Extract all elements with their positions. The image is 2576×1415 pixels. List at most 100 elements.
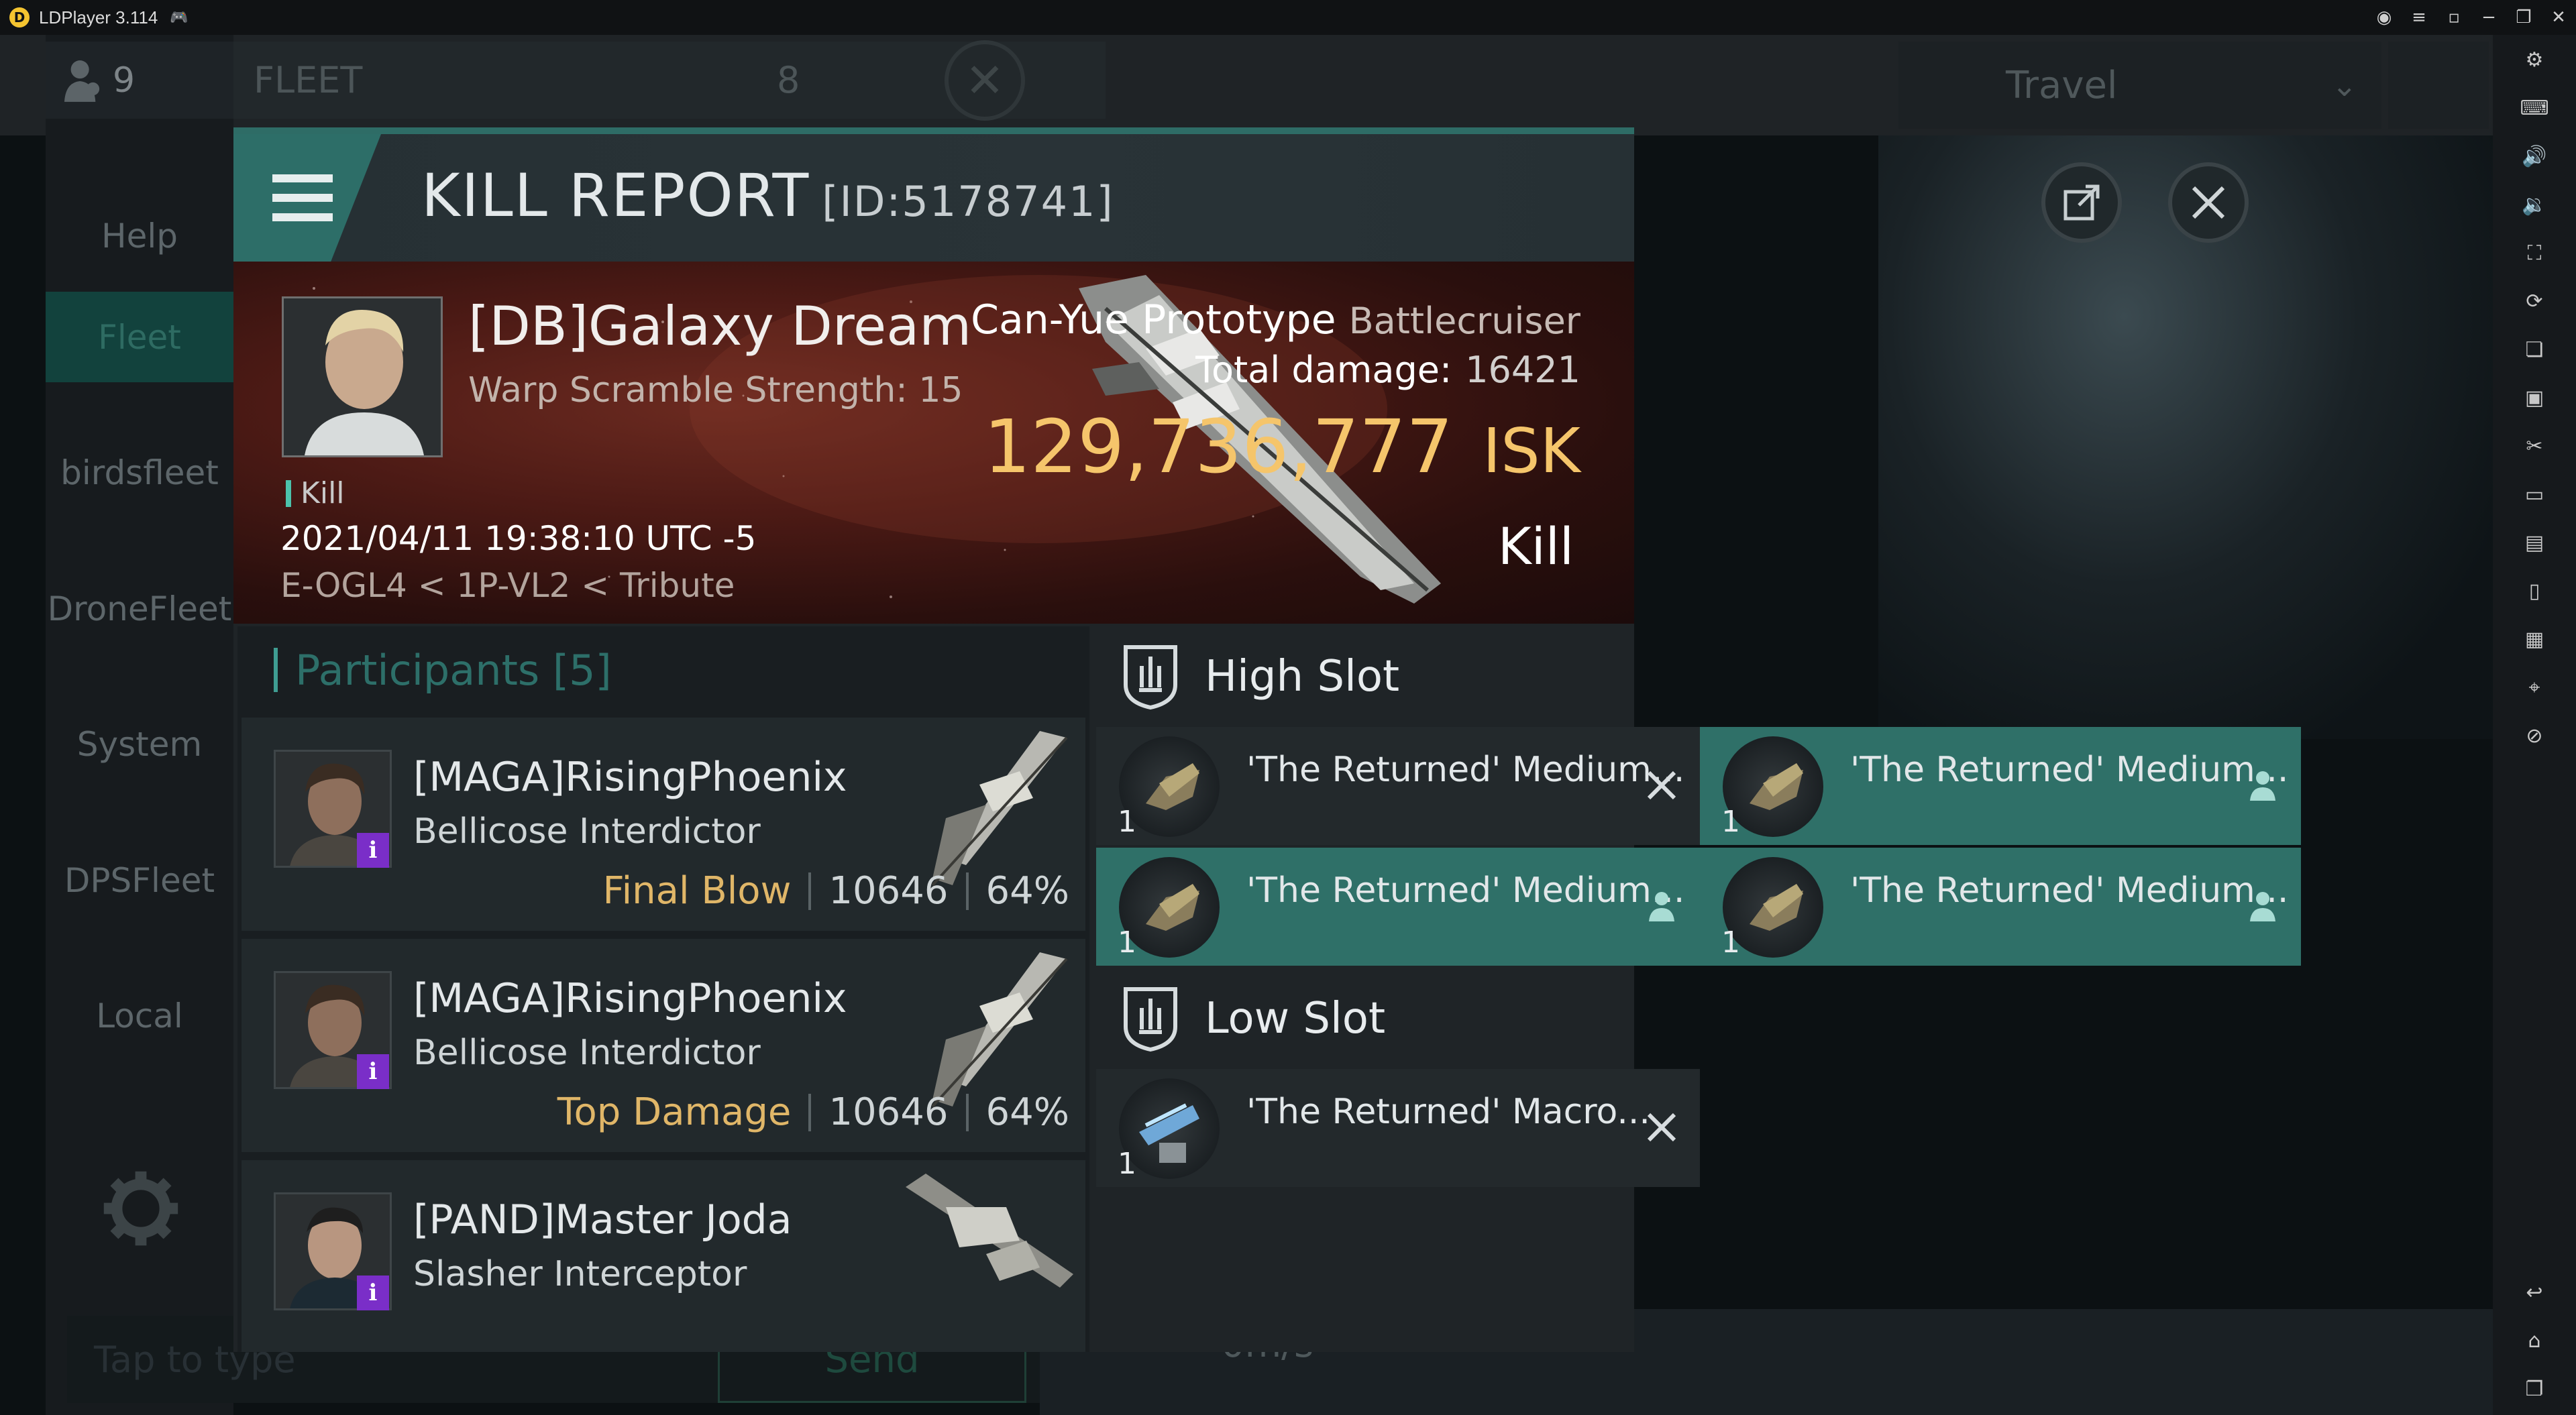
participant-ship-image <box>931 731 1068 887</box>
member-count-value: 9 <box>113 60 136 101</box>
maximize-icon[interactable]: ❐ <box>2506 0 2541 35</box>
participant-row[interactable]: ℹ [PAND]Master Joda Slasher Interceptor <box>241 1160 1085 1352</box>
victim-portrait[interactable] <box>282 296 443 457</box>
person-icon <box>2239 762 2286 809</box>
hamburger-icon <box>272 174 333 221</box>
minimize-icon[interactable]: − <box>2471 0 2506 35</box>
module-slot[interactable]: 1 'The Returned' Medium... <box>1700 727 2301 845</box>
rotate-icon[interactable]: ⟳ <box>2493 284 2576 318</box>
filter-icon[interactable] <box>2388 42 2489 129</box>
close-icon[interactable]: ✕ <box>2541 0 2576 35</box>
settings-icon[interactable]: ⚙ <box>2493 43 2576 76</box>
participants-panel: Participants [5] ℹ [MAGA]RisingPhoenix B… <box>237 626 1089 1352</box>
travel-label: Travel <box>2006 63 2118 107</box>
participant-damage: 10646 <box>828 869 949 913</box>
report-type: Kill <box>1497 516 1574 576</box>
fleet-close-button[interactable]: ✕ <box>945 40 1025 121</box>
window-title: LDPlayer 3.114 <box>39 7 158 27</box>
participant-ship: Bellicose Interdictor <box>413 811 761 852</box>
scissors-icon[interactable]: ✂ <box>2493 429 2576 463</box>
participant-stats: Final Blow 10646 64% <box>602 869 1069 913</box>
kill-time: 2021/04/11 19:38:10 UTC -5 <box>280 519 757 558</box>
record-icon[interactable]: ▭ <box>2493 477 2576 511</box>
shake-icon[interactable]: ▯ <box>2493 574 2576 608</box>
close-dialog-button[interactable] <box>2168 162 2249 243</box>
apk-install-icon[interactable]: ▦ <box>2493 622 2576 656</box>
module-slot[interactable]: 1 'The Returned' Medium... <box>1700 848 2301 966</box>
kill-report-title: KILL REPORT [ID:5178741] <box>421 161 1114 230</box>
volume-down-icon[interactable]: 🔉 <box>2493 188 2576 221</box>
emulator-sidebar: ⚙ ⌨ 🔊 🔉 ⛶ ⟳ ❏ ▣ ✂ ▭ ▤ ▯ ▦ ⌖ ⊘ ↩ ⌂ ❐ <box>2493 35 2576 1415</box>
pilot-badge-icon: ℹ <box>357 1276 389 1310</box>
isk-unit: ISK <box>1483 415 1580 487</box>
participant-name: [PAND]Master Joda <box>413 1196 792 1243</box>
volume-up-icon[interactable]: 🔊 <box>2493 139 2576 173</box>
participant-row[interactable]: ℹ [MAGA]RisingPhoenix Bellicose Interdic… <box>241 939 1085 1152</box>
kill-report-header: KILL REPORT [ID:5178741] <box>233 134 2249 262</box>
gamepad-icon[interactable]: 🎮 <box>170 9 188 26</box>
high-slot-header: High Slot <box>1096 626 1634 727</box>
module-quantity: 1 <box>1118 925 1136 960</box>
recent-apps-icon[interactable]: ❐ <box>2493 1372 2576 1406</box>
ship-class: Battlecruiser <box>1348 300 1580 342</box>
participant-row[interactable]: ℹ [MAGA]RisingPhoenix Bellicose Interdic… <box>241 718 1085 931</box>
kill-report-id: [ID:5178741] <box>822 177 1114 226</box>
sidebar-item-help[interactable]: Help <box>46 190 233 281</box>
travel-dropdown[interactable]: Travel ⌄ <box>1898 42 2381 129</box>
module-quantity: 1 <box>1721 805 1740 839</box>
member-count[interactable]: 9 <box>46 42 233 119</box>
home-icon[interactable]: ⌂ <box>2493 1324 2576 1357</box>
account-icon[interactable]: ◉ <box>2367 0 2402 35</box>
pilot-badge-icon: ℹ <box>357 833 389 868</box>
module-quantity: 1 <box>1721 925 1740 960</box>
fitting-slots: High Slot 1 'The Returned' Medium... 1 '… <box>1096 626 2301 1352</box>
chevron-down-icon: ⌄ <box>2331 67 2357 103</box>
macro-icon[interactable]: ▤ <box>2493 526 2576 559</box>
participants-header: Participants [5] <box>237 626 1089 714</box>
ship-name: Can-Yue Prototype Battlecruiser <box>971 296 1580 343</box>
menu-icon[interactable]: ≡ <box>2402 0 2436 35</box>
participant-role: Final Blow <box>602 869 792 913</box>
participant-percent: 64% <box>985 869 1069 913</box>
module-slot[interactable]: 1 'The Returned' Medium... <box>1096 848 1700 966</box>
multi-instance-icon[interactable]: ❏ <box>2493 333 2576 366</box>
restore-icon[interactable]: ▫ <box>2436 0 2471 35</box>
fleet-count: 8 <box>777 59 800 101</box>
victim-subtitle: Warp Scramble Strength: 15 <box>468 370 963 410</box>
sidebar-item-birdsfleet[interactable]: birdsfleet <box>46 427 233 518</box>
ldplayer-logo-icon: D <box>9 7 30 27</box>
victim-name: [DB]Galaxy Dream <box>468 295 972 357</box>
fleet-header: FLEET 8 ✕ <box>233 40 1106 121</box>
sidebar-item-fleet[interactable]: Fleet <box>46 292 233 382</box>
share-button[interactable] <box>2041 162 2122 243</box>
sidebar-item-system[interactable]: System <box>46 699 233 789</box>
participants-count: [5] <box>552 645 612 695</box>
total-damage-value: 16421 <box>1465 349 1580 391</box>
keyboard-icon[interactable]: ⌨ <box>2493 91 2576 125</box>
sidebar-item-dronefleet[interactable]: DroneFleet <box>46 563 233 654</box>
location-icon[interactable]: ⌖ <box>2493 671 2576 704</box>
module-slot[interactable]: 1 'The Returned' Medium... <box>1096 727 1700 845</box>
back-icon[interactable]: ↩ <box>2493 1276 2576 1309</box>
sidebar-item-dpsfleet[interactable]: DPSFleet <box>46 835 233 925</box>
sidebar-item-local[interactable]: Local <box>46 970 233 1061</box>
participant-stats: Top Damage 10646 64% <box>557 1090 1069 1134</box>
gear-icon[interactable] <box>101 1168 181 1249</box>
module-name: 'The Returned' Medium... <box>1246 750 1685 790</box>
fleet-title: FLEET <box>254 59 363 101</box>
pilot-portrait-image <box>284 298 441 455</box>
pilot-badge-icon: ℹ <box>357 1054 389 1089</box>
participant-ship-image <box>931 952 1068 1108</box>
screenshot-icon[interactable]: ▣ <box>2493 381 2576 414</box>
isk-value: 129,736,777 ISK <box>983 404 1580 490</box>
module-name: 'The Returned' Medium... <box>1246 870 1685 911</box>
participant-damage: 10646 <box>828 1090 949 1134</box>
module-slot[interactable]: 1 'The Returned' Macro... <box>1096 1069 1700 1187</box>
eraser-icon[interactable]: ⊘ <box>2493 719 2576 752</box>
menu-button[interactable] <box>233 134 381 262</box>
fullscreen-icon[interactable]: ⛶ <box>2493 236 2576 270</box>
participant-name: [MAGA]RisingPhoenix <box>413 975 847 1022</box>
kill-tag: Kill <box>286 476 345 510</box>
person-icon <box>1638 883 1685 929</box>
destroyed-x-icon <box>1638 762 1685 809</box>
